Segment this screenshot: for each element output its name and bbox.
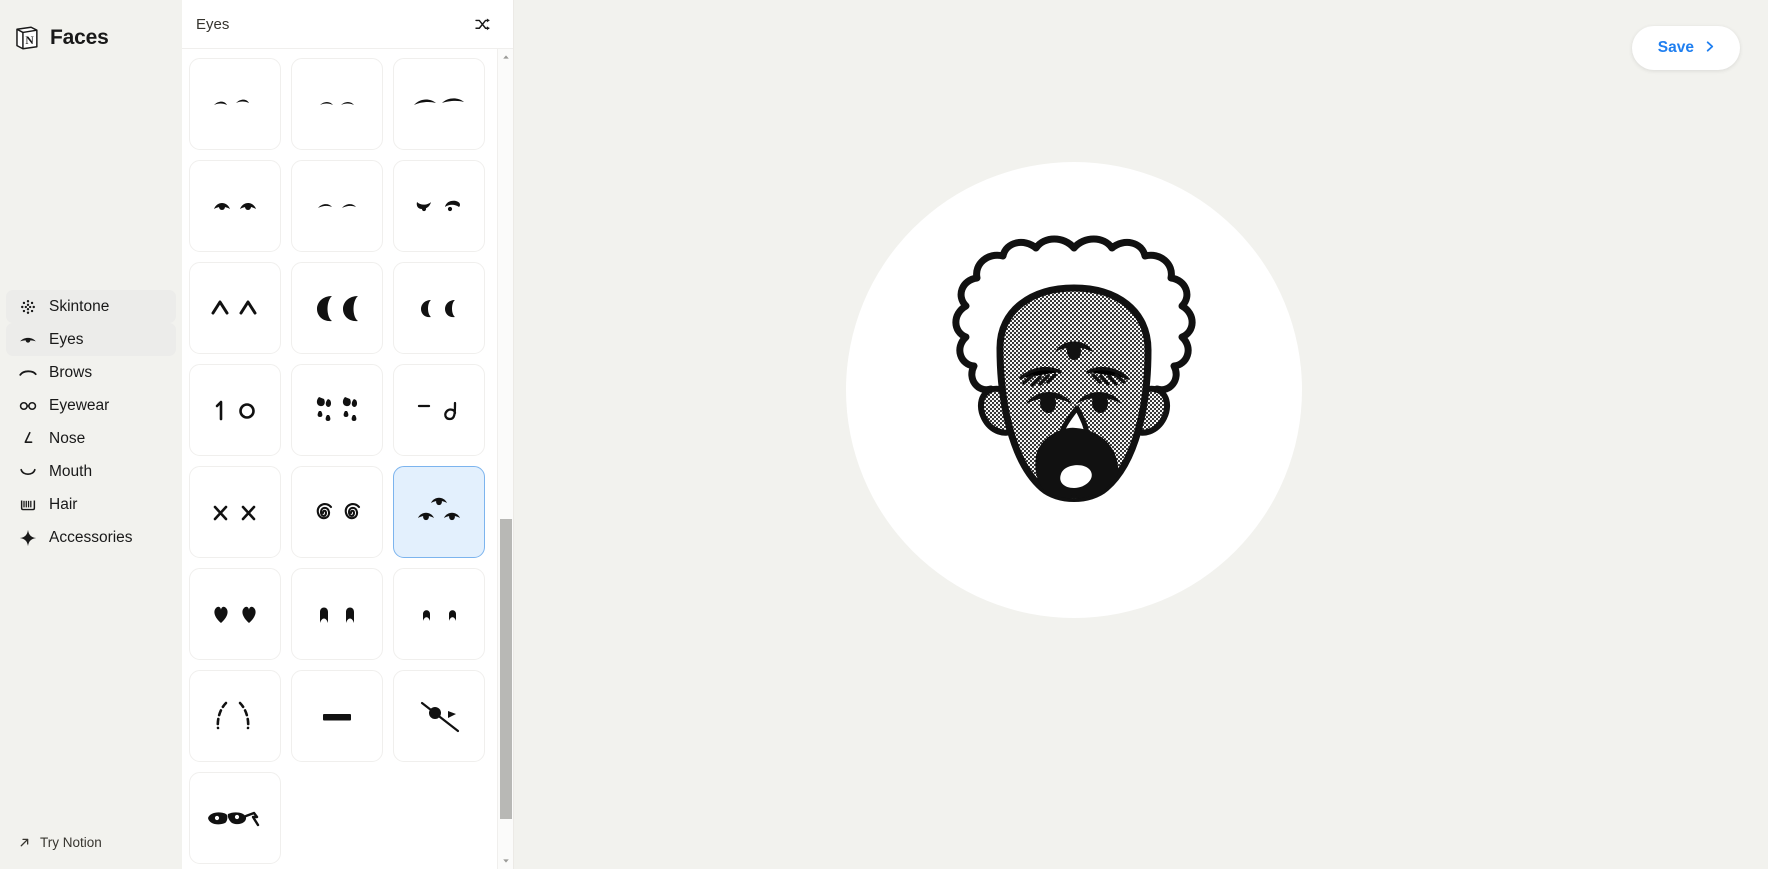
glasses-icon [18,396,38,416]
eye-option-bold-crescent-eyes[interactable] [291,262,383,354]
brand: N Faces [0,0,182,58]
sidebar-item-brows[interactable]: Brows [6,356,176,389]
save-button[interactable]: Save [1631,26,1740,70]
eye-option-caret-happy-eyes[interactable] [189,262,281,354]
eye-option-spiral-dizzy-eyes[interactable] [291,466,383,558]
chevron-right-icon [1703,40,1716,56]
sidebar-item-mouth[interactable]: Mouth [6,455,176,488]
sidebar-item-skintone[interactable]: Skintone [6,290,176,323]
eye-option-tall-arch-eyes[interactable] [291,568,383,660]
hair-comb-icon [18,495,38,515]
options-scrollbar[interactable] [497,49,513,869]
eye-option-sunglasses-eyes[interactable] [189,772,281,864]
eye-option-small-curved-lashes[interactable] [291,160,383,252]
sidebar-item-label: Mouth [49,462,93,480]
shuffle-icon[interactable] [469,11,495,37]
eye-option-dash-and-loop-eyes[interactable] [393,364,485,456]
options-scroll-area[interactable] [182,48,513,869]
generated-face-avatar [952,235,1196,502]
sidebar-item-eyewear[interactable]: Eyewear [6,389,176,422]
options-panel-title: Eyes [196,15,230,33]
eye-option-three-eyes[interactable] [393,466,485,558]
sidebar-item-accessories[interactable]: Accessories [6,521,176,554]
caret-down-icon[interactable] [498,853,513,869]
eye-option-crying-teardrop-eyes[interactable] [291,364,383,456]
mouth-smile-icon [18,462,38,482]
caret-up-icon[interactable] [498,49,513,65]
sidebar-item-eyes[interactable]: Eyes [6,323,176,356]
save-button-label: Save [1657,39,1694,56]
sidebar-item-label: Eyewear [49,396,110,414]
nose-icon [18,429,38,449]
app-root: N Faces Skintone Eyes Brows Eyewear Nose… [0,0,1768,869]
sidebar-item-label: Accessories [49,528,133,546]
eye-options-grid [182,49,513,869]
sidebar-nav: Skintone Eyes Brows Eyewear Nose Mouth H… [6,290,176,554]
eye-option-x-cross-eyes[interactable] [189,466,281,558]
eye-option-winking-side-eyes[interactable] [393,160,485,252]
eye-option-dashed-outline-eyes[interactable] [189,670,281,762]
sidebar-item-hair[interactable]: Hair [6,488,176,521]
page-title: Faces [50,26,109,49]
eye-option-small-crescent-eyes[interactable] [393,262,485,354]
eye-option-small-arch-eyes[interactable] [393,568,485,660]
notion-logo-icon: N [14,25,40,51]
sidebar-item-label: Brows [49,363,93,381]
sidebar-item-label: Nose [49,429,86,447]
eye-option-arrow-through-eye[interactable] [393,670,485,762]
eye-option-heart-eyes[interactable] [189,568,281,660]
brow-arc-icon [18,363,38,383]
sidebar-item-nose[interactable]: Nose [6,422,176,455]
eye-option-tiny-flat-lashes[interactable] [291,58,383,150]
svg-text:N: N [25,34,34,47]
sparkle-icon [18,528,38,548]
eye-option-single-bar-eyes[interactable] [291,670,383,762]
sidebar-item-label: Eyes [49,330,84,348]
skintone-dots-icon [18,297,38,317]
sidebar: N Faces Skintone Eyes Brows Eyewear Nose… [0,0,182,869]
options-panel: Eyes [182,0,514,869]
scrollbar-thumb[interactable] [500,519,512,819]
eye-option-mismatched-one-o-eyes[interactable] [189,364,281,456]
eye-icon [18,330,38,350]
try-notion-link[interactable]: Try Notion [18,835,102,850]
eye-option-thin-slanted-lashes[interactable] [189,58,281,150]
preview-stage: Save [514,0,1768,869]
options-panel-header: Eyes [182,0,513,48]
try-notion-label: Try Notion [40,835,102,850]
eye-option-rounded-lidded-eyes[interactable] [189,160,281,252]
external-link-arrow-icon [18,836,31,849]
sidebar-item-label: Hair [49,495,78,513]
sidebar-item-label: Skintone [49,297,110,315]
eye-option-wide-brush-lashes[interactable] [393,58,485,150]
avatar-preview-circle [846,162,1302,618]
